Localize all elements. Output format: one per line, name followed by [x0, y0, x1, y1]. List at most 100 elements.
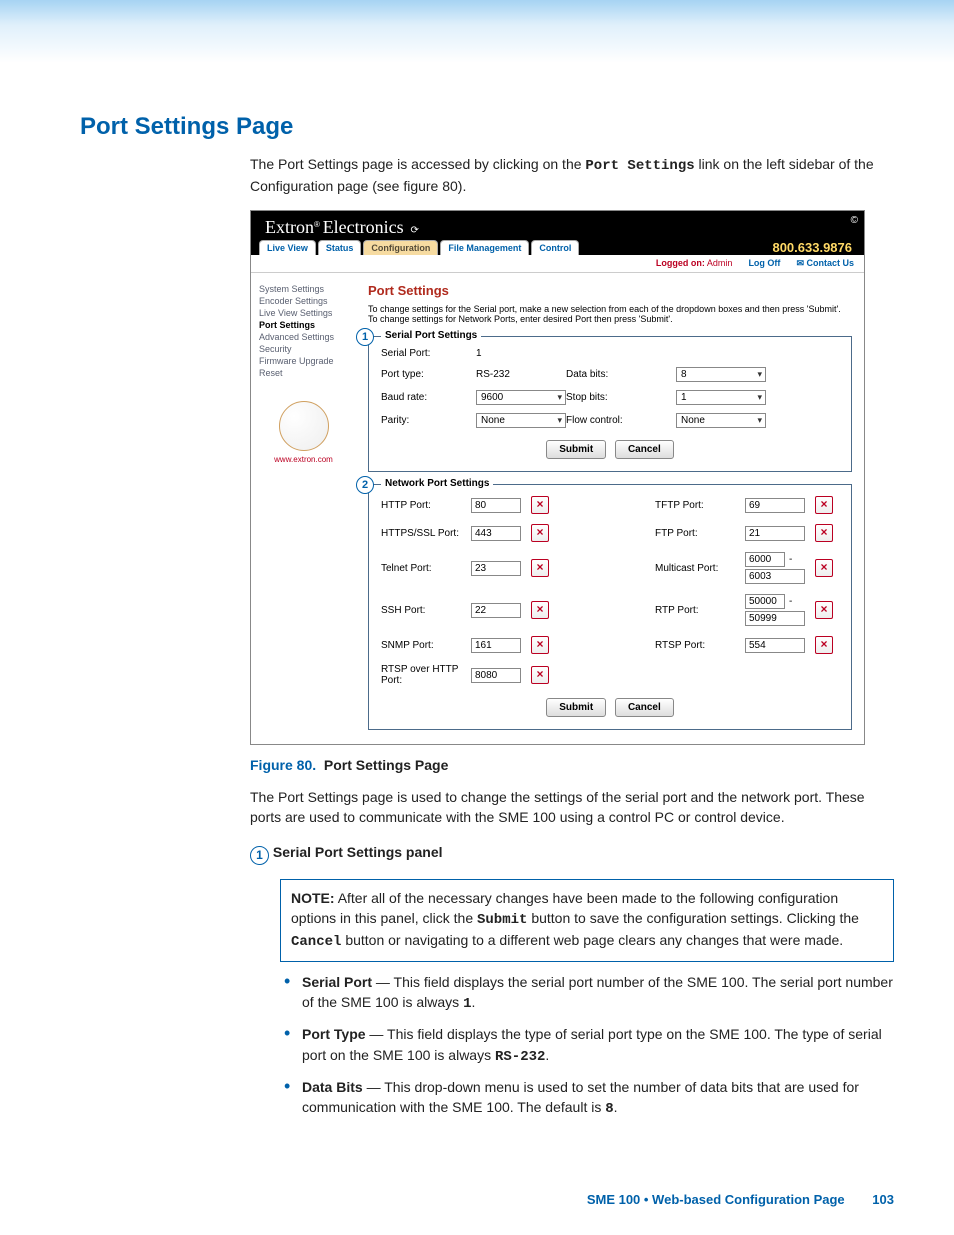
baud-rate-select[interactable]: 9600	[476, 390, 566, 405]
port-settings-screenshot: Extron® Electronics ⟳ © Live View Status…	[250, 210, 865, 745]
section-1-num: 1	[250, 846, 269, 865]
network-cancel-button[interactable]: Cancel	[615, 698, 674, 717]
serial-port-label: Serial Port:	[381, 348, 476, 359]
tab-status[interactable]: Status	[318, 240, 362, 255]
tftp-port-clear[interactable]: ×	[815, 496, 833, 514]
content-description: To change settings for the Serial port, …	[368, 304, 852, 324]
tab-control[interactable]: Control	[531, 240, 579, 255]
logoff-link[interactable]: Log Off	[748, 258, 780, 269]
page-footer: SME 100 • Web-based Configuration Page 1…	[587, 1192, 894, 1207]
usage-paragraph: The Port Settings page is used to change…	[250, 787, 894, 828]
content-heading: Port Settings	[368, 283, 852, 298]
ssh-port-input[interactable]: 22	[471, 603, 521, 618]
multicast-port-lo-input[interactable]: 6000	[745, 552, 785, 567]
snmp-port-input[interactable]: 161	[471, 638, 521, 653]
tab-file-management[interactable]: File Management	[440, 240, 529, 255]
rtp-port-hi-input[interactable]: 50999	[745, 611, 805, 626]
http-port-input[interactable]: 80	[471, 498, 521, 513]
def-sp-b2: .	[471, 994, 475, 1010]
serial-cancel-button[interactable]: Cancel	[615, 440, 674, 459]
brand-r: ®	[314, 220, 320, 229]
footer-text: SME 100 • Web-based Configuration Page	[587, 1192, 845, 1207]
def-pt-title: Port Type	[302, 1026, 366, 1042]
multicast-port-clear[interactable]: ×	[815, 559, 833, 577]
note-submit: Submit	[477, 912, 527, 928]
sidebar-item-system-settings[interactable]: System Settings	[259, 283, 348, 295]
figure-caption: Figure 80. Port Settings Page	[250, 757, 894, 773]
footer-page-number: 103	[872, 1192, 894, 1207]
sidebar-item-encoder-settings[interactable]: Encoder Settings	[259, 295, 348, 307]
sidebar-item-security[interactable]: Security	[259, 343, 348, 355]
figure-label: Figure 80.	[250, 757, 316, 773]
main-content: Port Settings To change settings for the…	[356, 273, 864, 744]
logged-on-user: Admin	[707, 258, 733, 268]
parity-select[interactable]: None	[476, 413, 566, 428]
sidebar-logo: www.extron.com	[259, 401, 348, 464]
network-submit-button[interactable]: Submit	[546, 698, 606, 717]
flow-control-select[interactable]: None	[676, 413, 766, 428]
stop-bits-select[interactable]: 1	[676, 390, 766, 405]
snmp-port-label: SNMP Port:	[381, 640, 461, 651]
sidebar-item-advanced-settings[interactable]: Advanced Settings	[259, 331, 348, 343]
https-port-input[interactable]: 443	[471, 526, 521, 541]
note-label: NOTE:	[291, 890, 335, 906]
rtp-port-clear[interactable]: ×	[815, 601, 833, 619]
def-db-b1: — This drop-down menu is used to set the…	[302, 1079, 859, 1115]
tftp-port-input[interactable]: 69	[745, 498, 805, 513]
rtsp-over-http-port-clear[interactable]: ×	[531, 666, 549, 684]
sidebar-item-port-settings[interactable]: Port Settings	[259, 319, 348, 331]
rtsp-port-input[interactable]: 554	[745, 638, 805, 653]
copyright-icon: ©	[851, 215, 858, 226]
snmp-port-clear[interactable]: ×	[531, 636, 549, 654]
rtp-port-lo-input[interactable]: 50000	[745, 594, 785, 609]
rtsp-port-clear[interactable]: ×	[815, 636, 833, 654]
multicast-port-hi-input[interactable]: 6003	[745, 569, 805, 584]
tab-configuration[interactable]: Configuration	[363, 240, 438, 255]
tab-bar: Live View Status Configuration File Mana…	[251, 240, 864, 255]
def-port-type: Port Type — This field displays the type…	[302, 1024, 894, 1067]
http-port-clear[interactable]: ×	[531, 496, 549, 514]
rtp-port-label: RTP Port:	[655, 605, 735, 616]
data-bits-select[interactable]: 8	[676, 367, 766, 382]
note-t3: button or navigating to a different web …	[345, 932, 843, 948]
contact-us-text: Contact Us	[806, 258, 854, 268]
note-box: NOTE: After all of the necessary changes…	[280, 879, 894, 962]
section-1-heading: 1 Serial Port Settings panel	[250, 844, 894, 865]
intro-before: The Port Settings page is accessed by cl…	[250, 156, 585, 172]
tftp-port-label: TFTP Port:	[655, 500, 735, 511]
https-port-clear[interactable]: ×	[531, 524, 549, 542]
telnet-port-clear[interactable]: ×	[531, 559, 549, 577]
def-sp-title: Serial Port	[302, 974, 372, 990]
parity-label: Parity:	[381, 415, 476, 426]
app-header: Extron® Electronics ⟳ ©	[251, 211, 864, 240]
rtsp-over-http-port-input[interactable]: 8080	[471, 668, 521, 683]
sidebar-item-live-view-settings[interactable]: Live View Settings	[259, 307, 348, 319]
intro-link-text: Port Settings	[585, 158, 694, 174]
brand-sub: Electronics	[323, 217, 404, 237]
rtsp-over-http-port-label: RTSP over HTTP Port:	[381, 664, 461, 686]
contact-us-link[interactable]: ✉ Contact Us	[796, 258, 854, 269]
def-pt-b2: .	[545, 1047, 549, 1063]
flow-control-label: Flow control:	[566, 415, 676, 426]
def-db-v: 8	[605, 1101, 613, 1117]
figure-text: Port Settings Page	[324, 757, 448, 773]
telnet-port-input[interactable]: 23	[471, 561, 521, 576]
ftp-port-input[interactable]: 21	[745, 526, 805, 541]
def-data-bits: Data Bits — This drop-down menu is used …	[302, 1077, 894, 1120]
support-phone: 800.633.9876	[772, 240, 856, 255]
sidebar-item-firmware-upgrade[interactable]: Firmware Upgrade	[259, 355, 348, 367]
def-sp-b1: — This field displays the serial port nu…	[302, 974, 893, 1010]
def-db-b2: .	[614, 1099, 618, 1115]
sidebar-item-reset[interactable]: Reset	[259, 367, 348, 379]
network-panel-legend: Network Port Settings	[381, 478, 493, 489]
brand-icon: ⟳	[410, 225, 418, 236]
tab-live-view[interactable]: Live View	[259, 240, 316, 255]
ssh-port-clear[interactable]: ×	[531, 601, 549, 619]
serial-port-value: 1	[476, 348, 566, 359]
info-bar: Logged on: Admin Log Off ✉ Contact Us	[251, 255, 864, 273]
note-t2: button to save the configuration setting…	[531, 910, 859, 926]
ftp-port-clear[interactable]: ×	[815, 524, 833, 542]
logo-url[interactable]: www.extron.com	[259, 455, 348, 464]
network-port-settings-panel: 2 Network Port Settings HTTP Port: 80 × …	[368, 484, 852, 730]
serial-submit-button[interactable]: Submit	[546, 440, 606, 459]
